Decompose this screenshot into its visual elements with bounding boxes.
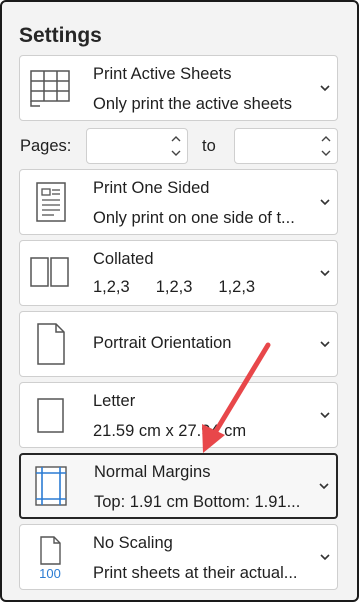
chevron-down-icon <box>319 483 329 490</box>
sheets-grid-icon <box>28 66 72 110</box>
collation-sequence: 1,2,3 1,2,3 1,2,3 <box>93 278 281 297</box>
margins-subtitle: Top: 1.91 cm Bottom: 1.91... <box>94 493 301 511</box>
collation-set: 1,2,3 <box>155 278 193 296</box>
margins-icon <box>29 464 73 508</box>
settings-heading: Settings <box>19 24 102 47</box>
print-what-subtitle: Only print the active sheets <box>93 95 293 113</box>
scaling-dropdown[interactable]: 100 No Scaling Print sheets at their act… <box>19 524 338 590</box>
margins-dropdown[interactable]: Normal Margins Top: 1.91 cm Bottom: 1.91… <box>19 453 338 519</box>
chevron-down-icon <box>320 341 330 348</box>
scaling-title: No Scaling <box>93 534 173 552</box>
collation-dropdown[interactable]: Collated 1,2,3 1,2,3 1,2,3 <box>19 240 338 306</box>
orientation-dropdown[interactable]: Portrait Orientation <box>19 311 338 377</box>
chevron-down-icon <box>320 199 330 206</box>
portrait-page-icon <box>28 322 72 366</box>
collation-set: 1,2,3 <box>93 278 130 296</box>
pages-to-input[interactable] <box>235 129 327 163</box>
paper-size-icon <box>28 393 72 437</box>
pages-label: Pages: <box>20 137 72 155</box>
print-sides-dropdown[interactable]: Print One Sided Only print on one side o… <box>19 169 338 235</box>
scaling-percent-label: 100 <box>39 566 61 580</box>
scaling-subtitle: Print sheets at their actual... <box>93 564 298 582</box>
pages-to-label: to <box>202 137 216 155</box>
print-sides-title: Print One Sided <box>93 179 210 197</box>
orientation-title: Portrait Orientation <box>93 334 232 352</box>
decrement-icon[interactable] <box>171 149 181 157</box>
increment-icon[interactable] <box>321 135 331 143</box>
margins-title: Normal Margins <box>94 463 211 481</box>
decrement-icon[interactable] <box>321 149 331 157</box>
chevron-down-icon <box>320 85 330 92</box>
chevron-down-icon <box>320 554 330 561</box>
pages-from-stepper[interactable] <box>86 128 188 164</box>
pages-from-input[interactable] <box>87 129 177 163</box>
scaling-page-icon: 100 <box>28 535 72 580</box>
chevron-down-icon <box>320 412 330 419</box>
print-sides-subtitle: Only print on one side of t... <box>93 209 295 227</box>
collation-title: Collated <box>93 250 154 268</box>
increment-icon[interactable] <box>171 135 181 143</box>
print-settings-panel: Settings Print Active Sheets Only print … <box>0 0 359 602</box>
paper-size-title: Letter <box>93 392 136 410</box>
chevron-down-icon <box>320 270 330 277</box>
pages-to-stepper[interactable] <box>234 128 338 164</box>
print-what-dropdown[interactable]: Print Active Sheets Only print the activ… <box>19 55 338 121</box>
one-sided-page-icon <box>28 180 72 224</box>
pages-range-row: Pages: to <box>19 128 338 164</box>
paper-size-subtitle: 21.59 cm x 27.94 cm <box>93 422 247 440</box>
paper-size-dropdown[interactable]: Letter 21.59 cm x 27.94 cm <box>19 382 338 448</box>
print-what-title: Print Active Sheets <box>93 65 232 83</box>
collation-set: 1,2,3 <box>218 278 256 296</box>
collated-pages-icon <box>28 251 72 295</box>
